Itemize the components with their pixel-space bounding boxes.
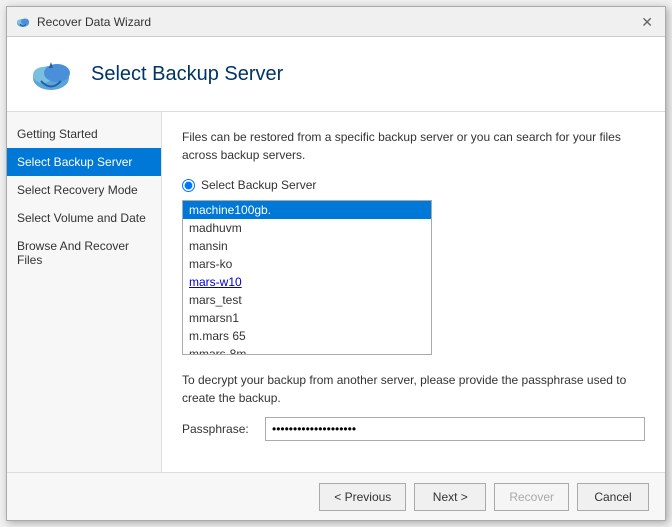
title-bar-left: Recover Data Wizard [15,14,151,30]
header-area: Select Backup Server [7,37,665,112]
list-item[interactable]: mmars-8m [183,345,431,355]
main-content: Files can be restored from a specific ba… [162,112,665,472]
title-bar: Recover Data Wizard ✕ [7,7,665,37]
list-item[interactable]: madhuvm [183,219,431,237]
description-text: Files can be restored from a specific ba… [182,128,645,164]
select-backup-server-radio[interactable]: Select Backup Server [182,178,645,192]
header-title: Select Backup Server [91,63,283,86]
next-button[interactable]: Next > [414,483,486,511]
sidebar-item-select-volume-and-date[interactable]: Select Volume and Date [7,204,161,232]
list-item[interactable]: m.mars 65 [183,327,431,345]
main-window: Recover Data Wizard ✕ Select Backup Serv… [6,6,666,521]
window-title: Recover Data Wizard [37,15,151,29]
decrypt-description: To decrypt your backup from another serv… [182,371,645,407]
sidebar-item-getting-started[interactable]: Getting Started [7,120,161,148]
close-button[interactable]: ✕ [637,13,657,31]
sidebar: Getting Started Select Backup Server Sel… [7,112,162,472]
list-item[interactable]: mmarsn1 [183,309,431,327]
sidebar-item-browse-and-recover[interactable]: Browse And Recover Files [7,232,161,274]
list-item[interactable]: machine100gb. [183,201,431,219]
previous-button[interactable]: < Previous [319,483,406,511]
cancel-button[interactable]: Cancel [577,483,649,511]
passphrase-input[interactable] [265,417,645,441]
list-item[interactable]: mansin [183,237,431,255]
header-icon [27,50,75,98]
passphrase-label: Passphrase: [182,422,257,436]
passphrase-row: Passphrase: [182,417,645,441]
server-listbox[interactable]: machine100gb. madhuvm mansin mars-ko mar… [182,200,432,355]
body-area: Getting Started Select Backup Server Sel… [7,112,665,472]
sidebar-item-select-backup-server[interactable]: Select Backup Server [7,148,161,176]
list-item[interactable]: mars-w10 [183,273,431,291]
recover-button[interactable]: Recover [494,483,569,511]
backup-server-radio-input[interactable] [182,179,195,192]
list-item[interactable]: mars_test [183,291,431,309]
list-item[interactable]: mars-ko [183,255,431,273]
sidebar-item-select-recovery-mode[interactable]: Select Recovery Mode [7,176,161,204]
footer: < Previous Next > Recover Cancel [7,472,665,520]
app-icon [15,14,31,30]
